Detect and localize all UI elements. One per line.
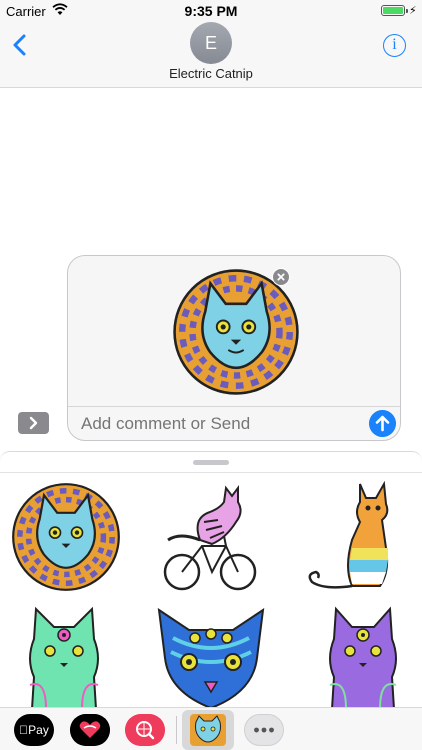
pink-cat-bicycle-sticker[interactable] bbox=[160, 482, 260, 594]
green-three-eyed-cat-sticker[interactable] bbox=[16, 605, 112, 707]
digital-touch-app[interactable] bbox=[70, 714, 110, 746]
contact-name[interactable]: Electric Catnip bbox=[0, 66, 422, 81]
back-button[interactable] bbox=[8, 32, 34, 58]
app-strip-separator bbox=[176, 716, 177, 744]
apple-pay-app[interactable]: Pay bbox=[14, 714, 54, 746]
compose-divider bbox=[68, 406, 400, 407]
battery-icon bbox=[381, 5, 408, 16]
apple-pay-label: Pay bbox=[23, 723, 49, 737]
purple-three-eyed-cat-sticker[interactable] bbox=[318, 605, 408, 707]
drawer-handle[interactable] bbox=[193, 460, 229, 465]
electric-catnip-app[interactable] bbox=[182, 710, 234, 750]
sticker-preview[interactable] bbox=[172, 268, 300, 396]
remove-sticker-button[interactable] bbox=[272, 268, 290, 286]
contact-avatar[interactable]: E bbox=[190, 22, 232, 64]
comment-input[interactable] bbox=[81, 412, 361, 436]
blue-four-eyed-cat-sticker[interactable] bbox=[153, 608, 269, 707]
battery-level bbox=[383, 7, 403, 14]
app-strip: Pay bbox=[0, 707, 422, 750]
more-apps-button[interactable] bbox=[244, 714, 284, 746]
send-button[interactable] bbox=[369, 410, 396, 437]
status-bar: Carrier 9:35 PM ⚡ bbox=[0, 0, 422, 22]
expand-apps-button[interactable] bbox=[18, 412, 49, 434]
sticker-drawer bbox=[0, 451, 422, 707]
image-search-app[interactable] bbox=[125, 714, 165, 746]
rainbow-sitting-cat-sticker[interactable] bbox=[304, 478, 410, 598]
apple-icon:  bbox=[19, 723, 28, 737]
charging-bolt-icon: ⚡ bbox=[409, 5, 417, 17]
nav-bar: E Electric Catnip i bbox=[0, 22, 422, 88]
status-time: 9:35 PM bbox=[184, 3, 238, 19]
drawer-divider bbox=[0, 472, 422, 473]
info-button[interactable]: i bbox=[383, 34, 406, 57]
blue-cat-hypnotic-sticker[interactable] bbox=[11, 482, 121, 592]
